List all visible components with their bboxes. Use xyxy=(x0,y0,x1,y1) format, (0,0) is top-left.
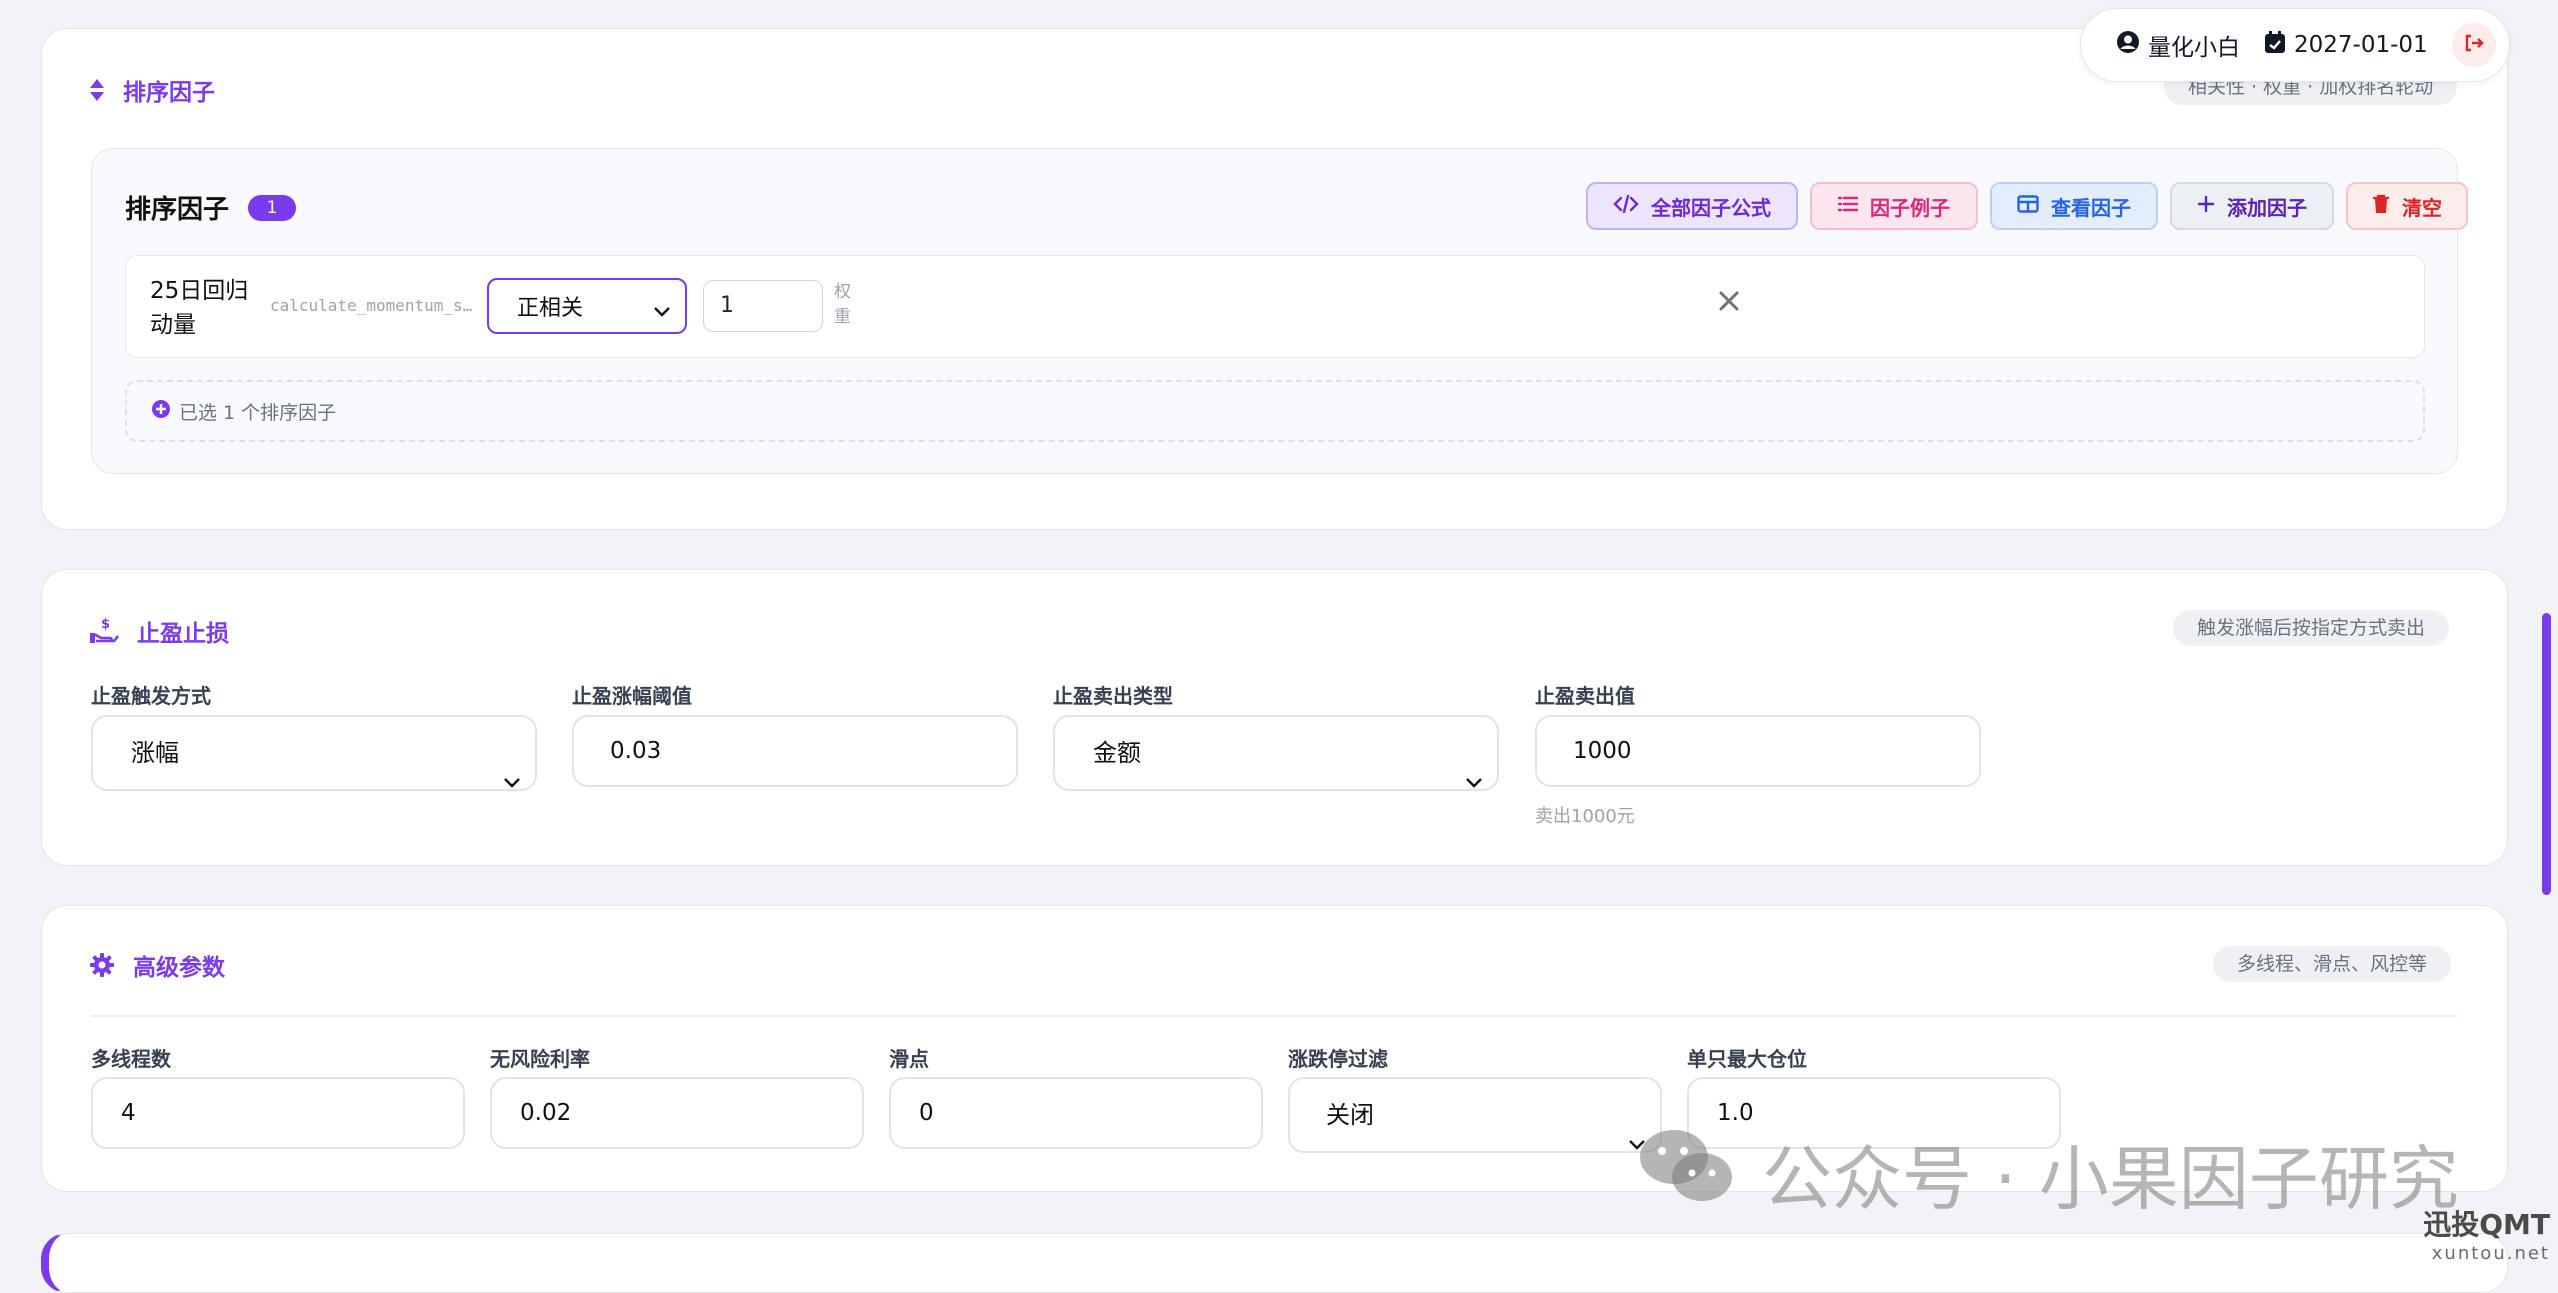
ranking-section-title: 排序因子 xyxy=(89,73,215,107)
risk-free-input[interactable]: 0.02 xyxy=(490,1077,864,1149)
clear-label: 清空 xyxy=(2402,195,2442,220)
plus-icon xyxy=(2197,194,2215,218)
take-profit-tag: 触发涨幅后按指定方式卖出 xyxy=(2173,610,2450,646)
factor-weight-label: 权重 xyxy=(834,282,851,327)
chevron-down-icon xyxy=(503,745,521,817)
brand-name: 迅投QMT xyxy=(2423,1208,2550,1241)
watermark-text: 公众号 · 小果因子研究 xyxy=(1762,1138,2459,1220)
factor-weight-input[interactable]: 1 xyxy=(703,280,823,332)
add-factor-button[interactable]: 添加因子 xyxy=(2170,182,2334,230)
logout-icon xyxy=(2464,32,2484,58)
trigger-select[interactable]: 涨幅 xyxy=(91,715,537,791)
sell-value-label: 止盈卖出值 xyxy=(1535,684,1635,708)
advanced-section-title: 高级参数 xyxy=(89,948,225,982)
factor-example-button[interactable]: 因子例子 xyxy=(1810,182,1978,230)
max-position-label: 单只最大仓位 xyxy=(1687,1047,1807,1071)
sell-value-input[interactable]: 1000 xyxy=(1535,715,1981,787)
panel-title: 排序因子 xyxy=(125,195,230,225)
factor-count-badge: 1 xyxy=(248,195,296,221)
sell-type-value: 金额 xyxy=(1093,739,1141,767)
logout-button[interactable] xyxy=(2451,23,2496,67)
limit-filter-select[interactable]: 关闭 xyxy=(1288,1077,1662,1153)
list-icon xyxy=(1837,194,1859,218)
risk-free-label: 无风险利率 xyxy=(490,1047,590,1071)
take-profit-title-text: 止盈止损 xyxy=(137,621,229,647)
plus-circle-icon xyxy=(151,399,171,424)
clear-button[interactable]: 清空 xyxy=(2346,182,2468,230)
remove-factor-button[interactable] xyxy=(1718,290,1740,316)
add-factor-label: 添加因子 xyxy=(2227,195,2307,220)
date-info: 2027-01-01 xyxy=(2264,30,2428,60)
current-date: 2027-01-01 xyxy=(2294,32,2428,58)
user-info[interactable]: 量化小白 xyxy=(2116,28,2240,62)
svg-text:$: $ xyxy=(101,617,110,632)
ranking-factor-panel: 排序因子 1 全部因子公式 因子例子 查看因子 添加因子 清空 25日回归动量 … xyxy=(91,148,2468,474)
scrollbar-thumb[interactable] xyxy=(2542,613,2551,895)
view-factor-label: 查看因子 xyxy=(2051,195,2131,220)
threads-input[interactable]: 4 xyxy=(91,1077,465,1149)
threshold-label: 止盈涨幅阈值 xyxy=(572,684,692,708)
factor-direction-value: 正相关 xyxy=(517,296,584,321)
hand-coin-icon: $ xyxy=(90,617,119,643)
slippage-input[interactable]: 0 xyxy=(889,1077,1263,1149)
trash-icon xyxy=(2372,194,2390,219)
table-icon xyxy=(2017,194,2039,218)
trigger-value: 涨幅 xyxy=(131,739,179,767)
selected-factor-note: 已选 1 个排序因子 xyxy=(125,380,2425,442)
factor-row: 25日回归动量 calculate_momentum_s… 正相关 1 权重 xyxy=(125,255,2425,358)
sell-value-hint: 卖出1000元 xyxy=(1535,806,1635,827)
user-name: 量化小白 xyxy=(2148,35,2240,61)
brand-logo: 迅投QMT xuntou.net xyxy=(2420,1203,2550,1264)
factor-example-label: 因子例子 xyxy=(1870,195,1950,220)
take-profit-section-title: $ 止盈止损 xyxy=(89,614,229,648)
sort-icon xyxy=(90,79,104,101)
view-factor-button[interactable]: 查看因子 xyxy=(1990,182,2158,230)
chevron-down-icon xyxy=(1465,745,1483,817)
selected-note-text: 已选 1 个排序因子 xyxy=(179,401,337,424)
chevron-down-icon xyxy=(653,299,671,324)
limit-filter-value: 关闭 xyxy=(1326,1101,1374,1129)
user-circle-icon xyxy=(2116,30,2140,60)
user-chip: 量化小白 2027-01-01 xyxy=(2080,8,2510,82)
wechat-icon xyxy=(1636,1125,1736,1222)
sell-type-select[interactable]: 金额 xyxy=(1053,715,1499,791)
advanced-tag: 多线程、滑点、风控等 xyxy=(2213,946,2452,982)
trigger-label: 止盈触发方式 xyxy=(91,684,211,708)
slippage-label: 滑点 xyxy=(889,1047,929,1071)
brand-url: xuntou.net xyxy=(2431,1243,2550,1264)
sell-type-label: 止盈卖出类型 xyxy=(1053,684,1173,708)
take-profit-card: $ 止盈止损 触发涨幅后按指定方式卖出 止盈触发方式 涨幅 止盈涨幅阈值 0.0… xyxy=(41,569,2508,866)
ranking-title-text: 排序因子 xyxy=(123,80,215,106)
ranking-factor-card: 排序因子 相关性 · 权重 · 加权排名轮动 排序因子 1 全部因子公式 因子例… xyxy=(41,28,2508,530)
next-card-edge xyxy=(41,1233,2508,1293)
advanced-title-text: 高级参数 xyxy=(133,955,225,981)
gear-icon xyxy=(90,953,114,977)
limit-filter-label: 涨跌停过滤 xyxy=(1288,1047,1388,1071)
close-icon xyxy=(1718,291,1740,316)
advanced-divider xyxy=(91,1015,2458,1017)
factor-direction-select[interactable]: 正相关 xyxy=(487,278,687,334)
threshold-input[interactable]: 0.03 xyxy=(572,715,1018,787)
calendar-icon xyxy=(2264,30,2286,60)
code-icon xyxy=(1613,194,1639,219)
all-formula-label: 全部因子公式 xyxy=(1651,195,1771,220)
factor-function: calculate_momentum_s… xyxy=(270,296,473,315)
threads-label: 多线程数 xyxy=(91,1047,171,1071)
all-formula-button[interactable]: 全部因子公式 xyxy=(1586,182,1798,230)
factor-name: 25日回归动量 xyxy=(150,278,249,338)
watermark: 公众号 · 小果因子研究 xyxy=(1636,1123,2459,1224)
